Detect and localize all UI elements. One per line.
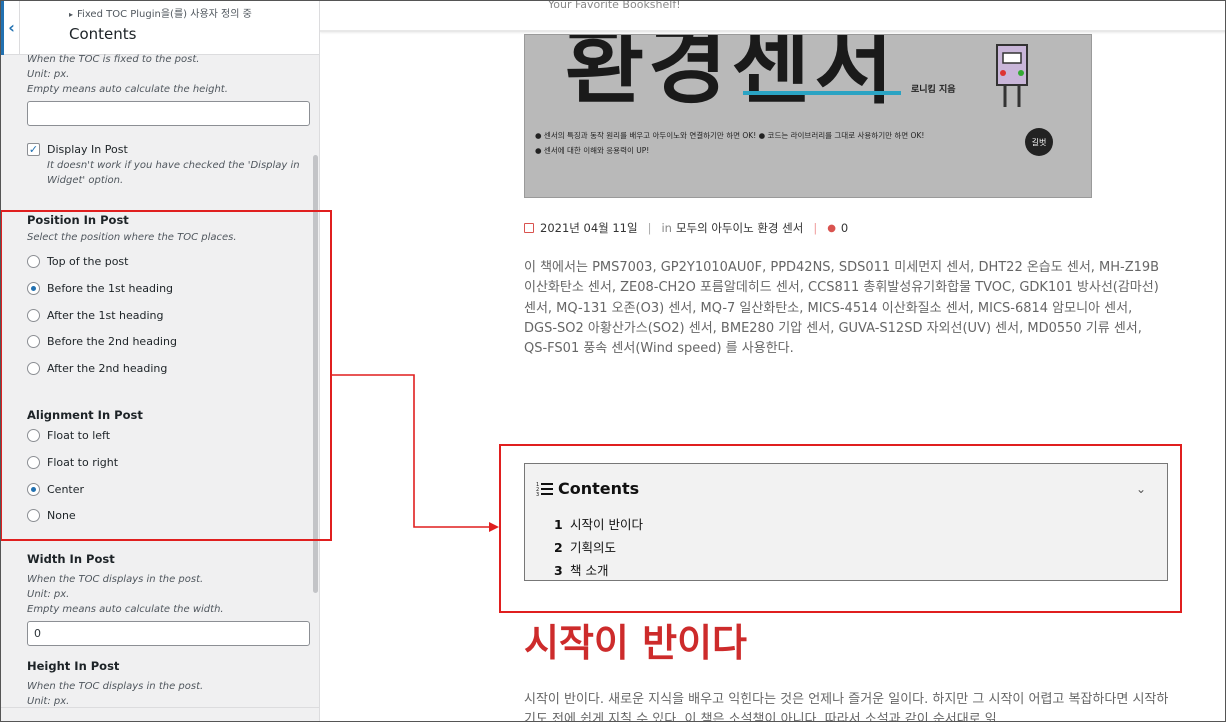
radio-button[interactable] [27, 456, 40, 469]
post-intro-paragraph: 이 책에서는 PMS7003, GP2Y1010AU0F, PPD42NS, S… [524, 260, 1160, 357]
back-button[interactable]: ‹ [0, 0, 20, 55]
sidebar-footer [0, 707, 319, 722]
meta-separator: | [813, 221, 818, 235]
radio-button[interactable] [27, 362, 40, 375]
toc-item[interactable]: 1 시작이 반이다 [554, 514, 643, 533]
alignment-option-right[interactable]: Float to right [27, 456, 118, 469]
height-fixed-input[interactable] [27, 101, 310, 126]
position-in-post-description: Select the position where the TOC places… [27, 232, 237, 243]
position-option-top[interactable]: Top of the post [27, 255, 128, 268]
customizer-header: ‹ ▸ Fixed TOC Plugin을(를) 사용자 정의 중 Content… [0, 0, 319, 55]
toc-item[interactable]: 3책 소개 [554, 560, 608, 579]
post-category-link[interactable]: 모두의 아두이노 환경 센서 [676, 220, 803, 236]
site-preview: Your Favorite Bookshelf! 환경센서 로니킴 지음 ● 센… [320, 0, 1226, 722]
alignment-option-center[interactable]: Center [27, 483, 84, 496]
post-body-paragraph: 시작이 반이다. 새로운 지식을 배우고 익힌다는 것은 언제나 즐거운 일이다… [524, 692, 1169, 722]
site-tagline: Your Favorite Bookshelf! [548, 0, 681, 11]
alignment-in-post-label: Alignment In Post [27, 408, 143, 422]
customizer-sidebar: ‹ ▸ Fixed TOC Plugin을(를) 사용자 정의 중 Content… [0, 0, 320, 722]
chevron-down-icon[interactable]: ⌄ [1136, 482, 1146, 496]
in-label: in [661, 221, 672, 235]
position-option-before-1st[interactable]: Before the 1st heading [27, 282, 173, 295]
cover-title: 환경센서 [565, 34, 898, 116]
calendar-icon [524, 223, 534, 233]
radio-button[interactable] [27, 255, 40, 268]
radio-button[interactable] [27, 335, 40, 348]
alignment-option-left[interactable]: Float to left [27, 429, 110, 442]
position-option-before-2nd[interactable]: Before the 2nd heading [27, 335, 177, 348]
robot-illustration-icon [996, 44, 1028, 107]
site-header: Your Favorite Bookshelf! [320, 0, 1226, 32]
post-meta: 2021년 04월 11일 | in 모두의 아두이노 환경 센서 | ● 0 [524, 220, 848, 236]
display-in-post-checkbox-row[interactable]: ✓ Display In Post [27, 143, 128, 156]
publisher-badge: 길벗 [1025, 128, 1053, 156]
sidebar-scrollbar[interactable] [313, 155, 318, 593]
numbered-list-icon: 1 2 3 [536, 482, 553, 498]
post-heading-1: 시작이 반이다 [524, 621, 747, 665]
width-in-post-label: Width In Post [27, 552, 115, 566]
svg-text:3: 3 [536, 492, 539, 498]
breadcrumb: ▸ Fixed TOC Plugin을(를) 사용자 정의 중 [69, 9, 252, 20]
height-fixed-description: When the TOC is fixed to the post. Unit:… [27, 54, 228, 95]
height-in-post-label: Height In Post [27, 659, 120, 673]
comment-bubble-icon: ● [827, 222, 836, 234]
chevron-left-icon: ‹ [8, 18, 15, 37]
height-in-post-description: When the TOC displays in the post. Unit:… [27, 681, 204, 707]
radio-button[interactable] [27, 309, 40, 322]
display-in-post-label: Display In Post [47, 143, 128, 156]
position-option-after-2nd[interactable]: After the 2nd heading [27, 362, 167, 375]
book-cover-image: 환경센서 로니킴 지음 ● 센서의 특징과 동작 원리를 배우고 아두이노와 연… [524, 34, 1092, 198]
display-in-post-checkbox[interactable]: ✓ [27, 143, 40, 156]
meta-separator: | [647, 221, 652, 235]
radio-button-selected[interactable] [27, 483, 40, 496]
cover-author: 로니킴 지음 [911, 85, 956, 95]
width-in-post-input[interactable]: 0 [27, 621, 310, 646]
cover-tagline-2: ● 센서에 대한 이해와 응용력이 UP! [535, 146, 650, 155]
width-in-post-description: When the TOC displays in the post. Unit:… [27, 574, 224, 615]
toc-title: Contents [558, 479, 640, 498]
section-title: Contents [69, 25, 137, 43]
triangle-right-icon: ▸ [69, 10, 74, 19]
toc-box: 1 2 3 Contents ⌄ 1 시작이 반이다 2 기획의도 3책 소개 [524, 463, 1168, 581]
cover-tagline-1: ● 센서의 특징과 동작 원리를 배우고 아두이노와 연결하기만 하면 OK! … [535, 131, 925, 140]
radio-button-selected[interactable] [27, 282, 40, 295]
comment-count[interactable]: 0 [841, 221, 848, 235]
position-option-after-1st[interactable]: After the 1st heading [27, 309, 163, 322]
toc-item[interactable]: 2 기획의도 [554, 537, 616, 556]
radio-button[interactable] [27, 509, 40, 522]
display-in-post-description: It doesn't work if you have checked the … [47, 160, 300, 186]
position-in-post-label: Position In Post [27, 213, 129, 227]
radio-button[interactable] [27, 429, 40, 442]
cover-underline [743, 91, 901, 95]
alignment-option-none[interactable]: None [27, 509, 76, 522]
post-date[interactable]: 2021년 04월 11일 [540, 220, 638, 236]
